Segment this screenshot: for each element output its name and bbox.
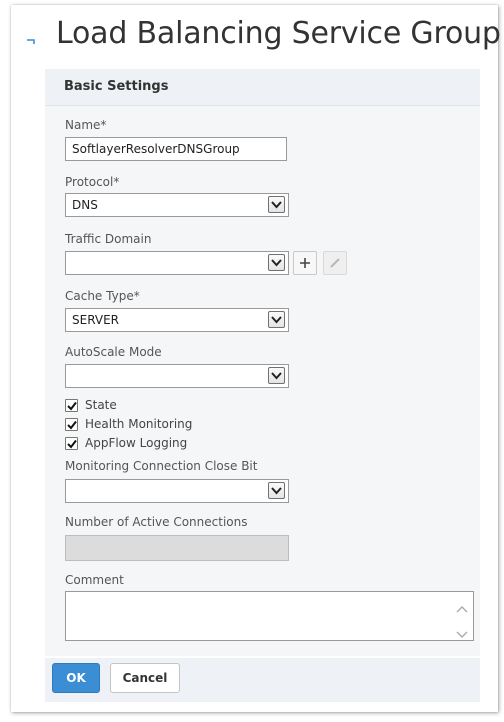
- section-header: Basic Settings: [45, 69, 480, 106]
- name-input[interactable]: SoftlayerResolverDNSGroup: [65, 137, 287, 161]
- appflow-logging-checkbox[interactable]: [65, 437, 78, 450]
- cancel-button[interactable]: Cancel: [110, 663, 180, 693]
- autoscale-mode-select[interactable]: [65, 364, 289, 388]
- autoscale-mode-label: AutoScale Mode: [65, 345, 162, 359]
- cache-type-select[interactable]: SERVER: [65, 308, 289, 332]
- traffic-domain-select[interactable]: [65, 251, 289, 275]
- active-connections-field: [65, 535, 289, 561]
- protocol-value: DNS: [72, 198, 98, 212]
- add-traffic-domain-button[interactable]: [293, 251, 317, 275]
- chevron-down-icon[interactable]: [268, 367, 285, 384]
- cache-type-value: SERVER: [72, 313, 120, 327]
- scroll-down-icon[interactable]: [456, 624, 468, 643]
- page-title: Load Balancing Service Group: [56, 16, 501, 51]
- ok-button[interactable]: OK: [52, 663, 100, 693]
- cache-type-label: Cache Type*: [65, 289, 140, 303]
- back-arrow-icon[interactable]: [26, 33, 36, 44]
- appflow-logging-label: AppFlow Logging: [85, 436, 188, 450]
- protocol-select[interactable]: DNS: [65, 193, 289, 217]
- plus-icon: [300, 258, 310, 268]
- chevron-down-icon[interactable]: [268, 482, 285, 499]
- comment-label: Comment: [65, 573, 124, 587]
- health-monitoring-label: Health Monitoring: [85, 417, 193, 431]
- monitoring-close-bit-label: Monitoring Connection Close Bit: [65, 459, 258, 473]
- edit-traffic-domain-button[interactable]: [323, 251, 347, 275]
- chevron-down-icon[interactable]: [268, 254, 285, 271]
- protocol-label: Protocol*: [65, 175, 120, 189]
- section-title: Basic Settings: [64, 79, 169, 94]
- comment-textarea[interactable]: [65, 591, 474, 641]
- state-label: State: [85, 398, 117, 412]
- chevron-down-icon[interactable]: [268, 196, 285, 213]
- monitoring-close-bit-select[interactable]: [65, 479, 289, 503]
- name-label: Name*: [65, 118, 107, 132]
- health-monitoring-checkbox[interactable]: [65, 418, 78, 431]
- checkmark-icon: [67, 439, 77, 449]
- traffic-domain-label: Traffic Domain: [65, 232, 152, 246]
- scroll-up-icon[interactable]: [456, 598, 468, 617]
- chevron-down-icon[interactable]: [268, 311, 285, 328]
- checkmark-icon: [67, 401, 77, 411]
- pencil-icon: [330, 258, 340, 268]
- state-checkbox[interactable]: [65, 399, 78, 412]
- checkmark-icon: [67, 420, 77, 430]
- active-connections-label: Number of Active Connections: [65, 515, 248, 529]
